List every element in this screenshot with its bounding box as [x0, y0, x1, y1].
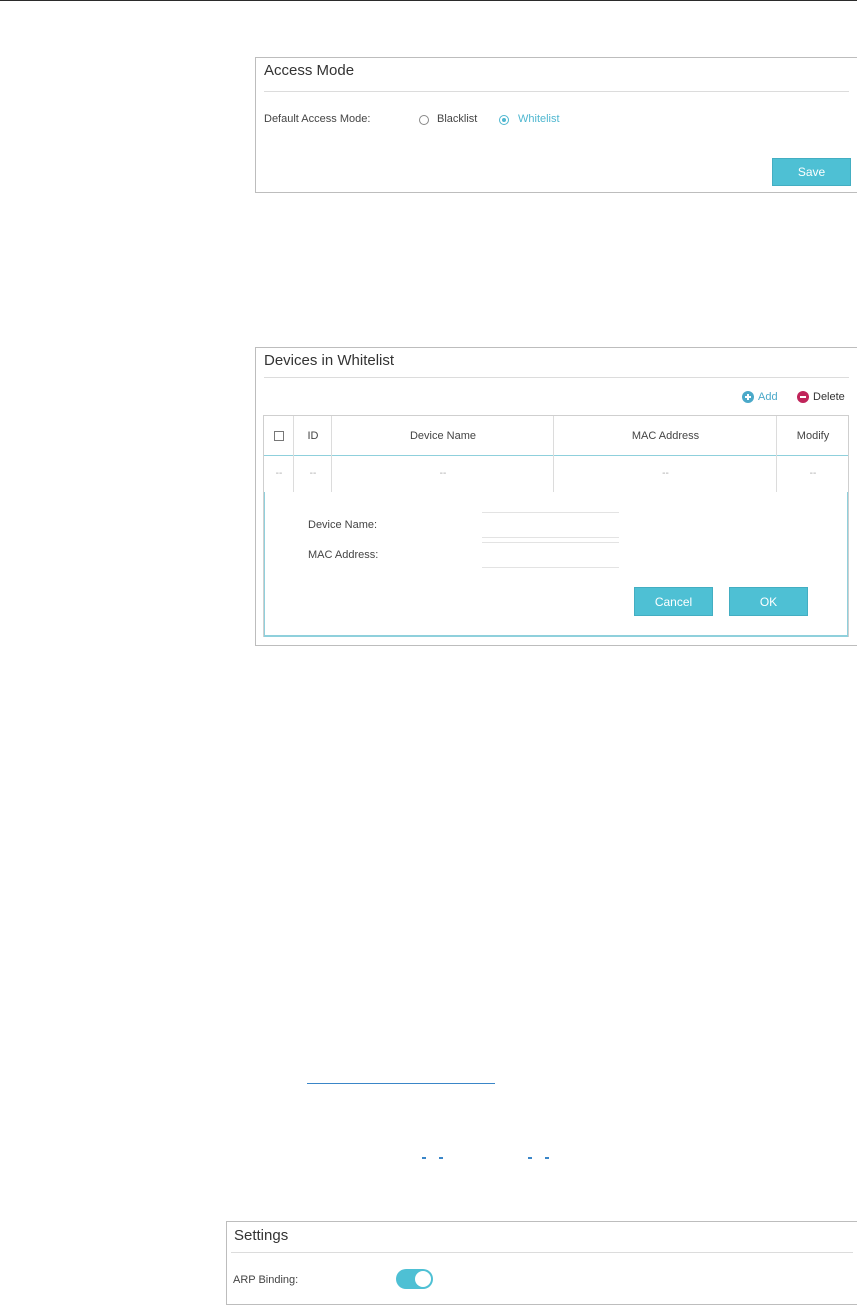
device-edit-form: Device Name: MAC Address: Cancel OK — [264, 492, 848, 637]
cancel-button[interactable]: Cancel — [634, 587, 713, 616]
row-cell-id: -- — [309, 468, 317, 479]
mac-address-label: MAC Address: — [308, 549, 379, 561]
page-top-rule — [0, 0, 857, 1]
delete-button[interactable]: Delete — [797, 391, 845, 403]
link-underline-fragment — [422, 1157, 426, 1159]
arp-binding-toggle[interactable] — [396, 1269, 433, 1289]
column-header-id: ID — [307, 429, 319, 442]
row-cell-mac-address: -- — [662, 468, 669, 479]
whitelist-label[interactable]: Whitelist — [518, 113, 560, 125]
link-underline-fragment — [439, 1157, 443, 1159]
row-cell-select: -- — [275, 468, 283, 479]
link-underline — [307, 1083, 495, 1084]
whitelist-radio[interactable] — [499, 115, 509, 125]
arp-binding-label: ARP Binding: — [233, 1274, 299, 1286]
add-label: Add — [758, 391, 778, 403]
table-header: ID Device Name MAC Address Modify — [264, 416, 848, 456]
select-all-checkbox[interactable] — [274, 430, 284, 441]
delete-label: Delete — [813, 391, 845, 403]
ok-button[interactable]: OK — [729, 587, 808, 616]
mac-address-input[interactable] — [482, 542, 619, 568]
link-underline-fragment — [528, 1157, 532, 1159]
panel-title: Settings — [234, 1227, 289, 1244]
column-header-device-name: Device Name — [409, 429, 477, 442]
blacklist-label[interactable]: Blacklist — [437, 113, 477, 125]
panel-title: Devices in Whitelist — [264, 352, 395, 369]
plus-icon — [742, 391, 754, 403]
panel-divider — [264, 377, 849, 378]
device-name-label: Device Name: — [308, 519, 378, 531]
devices-table: ID Device Name MAC Address Modify -- -- … — [263, 415, 849, 637]
save-button[interactable]: Save — [772, 158, 851, 186]
select-all-cell — [264, 416, 294, 455]
column-header-modify: Modify — [796, 429, 830, 442]
minus-icon — [797, 391, 809, 403]
device-name-input[interactable] — [482, 512, 619, 538]
link-underline-fragment — [545, 1157, 549, 1159]
panel-divider — [231, 1252, 853, 1253]
settings-panel: Settings ARP Binding: — [226, 1221, 857, 1305]
access-mode-panel: Access Mode Default Access Mode: Blackli… — [255, 57, 857, 193]
row-cell-modify: -- — [809, 468, 817, 479]
toggle-knob — [415, 1271, 431, 1287]
panel-divider — [264, 91, 849, 92]
row-cell-device-name: -- — [439, 468, 447, 479]
add-button[interactable]: Add — [742, 391, 778, 403]
panel-title: Access Mode — [264, 62, 355, 79]
column-header-mac-address: MAC Address — [631, 429, 700, 442]
blacklist-radio[interactable] — [419, 115, 429, 125]
default-access-mode-label: Default Access Mode: — [264, 113, 371, 125]
